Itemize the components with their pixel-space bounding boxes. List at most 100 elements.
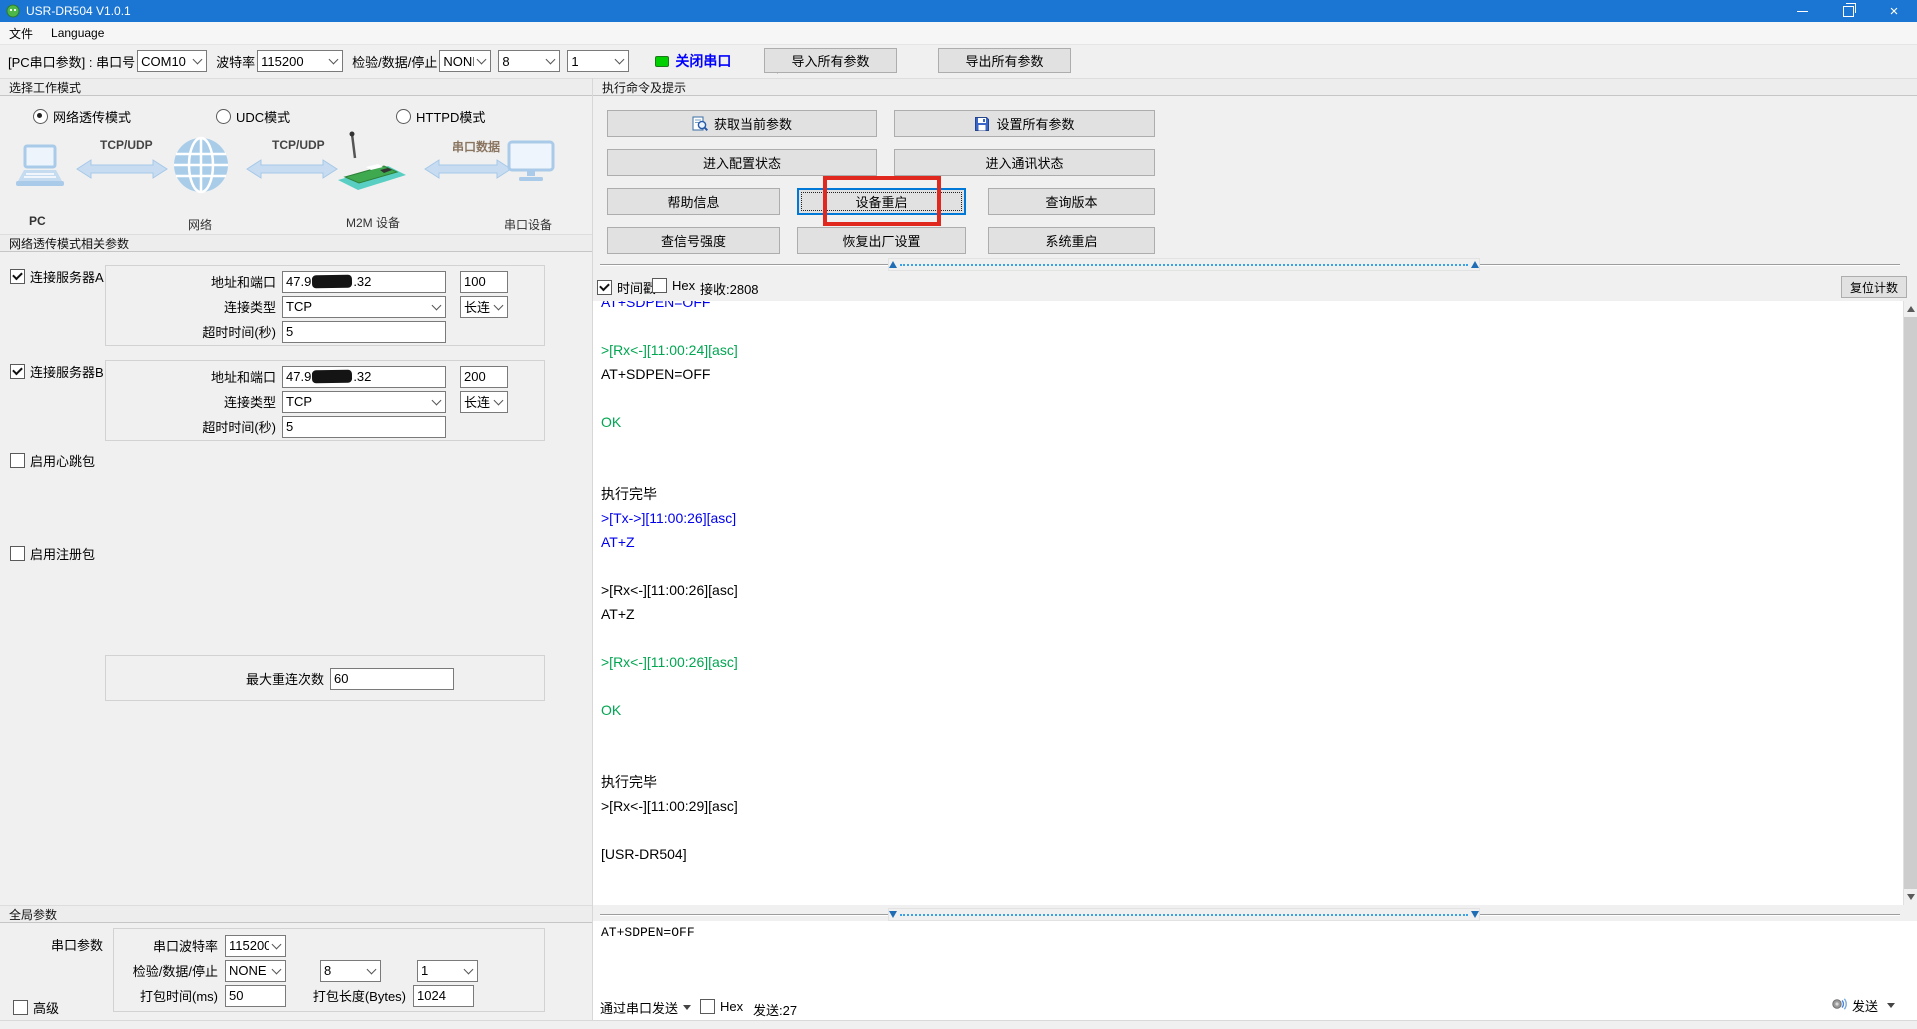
server-b-type-select[interactable]: TCP [282,391,446,413]
baud-select[interactable]: 115200 [257,50,343,72]
radio-httpd-mode[interactable]: HTTPD模式 [396,107,485,126]
send-area: AT+SDPEN=OFF 通过串口发送 Hex 发送:27 发送 [593,921,1917,1020]
get-params-button[interactable]: 获取当前参数 [607,110,877,137]
trackbar-thumb-icon [1471,911,1479,918]
scrollbar-thumb[interactable] [1904,317,1917,889]
server-b-address-input[interactable]: 47.9.32 [282,366,446,388]
server-b-port-input[interactable]: 200 [460,366,508,388]
radio-udc-mode[interactable]: UDC模式 [216,107,290,126]
scroll-up-button[interactable] [1904,301,1917,317]
baud-label: 波特率 [216,52,255,71]
reset-count-button[interactable]: 复位计数 [1841,276,1907,298]
com-port-select[interactable]: COM10 [137,50,207,72]
max-reconnect-input[interactable]: 60 [330,668,454,690]
log-line: >[Rx<-][11:00:24][asc] [593,338,1903,362]
global-parity-select[interactable]: NONE [225,960,286,982]
stopbits-select[interactable]: 1 [567,50,629,72]
server-b-timeout-input[interactable]: 5 [282,416,446,438]
close-port-button[interactable]: 关闭串口 [655,51,731,71]
server-a-checkbox[interactable]: 连接服务器A [10,267,104,286]
server-a-address-input[interactable]: 47.9.32 [282,271,446,293]
bottom-strip [0,1020,593,1029]
bottom-trackbar[interactable] [888,908,1480,921]
import-params-button[interactable]: 导入所有参数 [764,48,897,73]
scroll-down-button[interactable] [1904,889,1917,905]
max-reconnect-label: 最大重连次数 [106,669,330,688]
server-a-type-select[interactable]: TCP [282,296,446,318]
trackbar-dots [900,914,1468,916]
checkbox-icon [652,278,667,293]
menu-language[interactable]: Language [42,22,113,44]
server-b-checkbox[interactable]: 连接服务器B [10,362,104,381]
chevron-down-icon [494,395,504,405]
query-signal-button[interactable]: 查信号强度 [607,227,780,254]
port-status-icon [655,56,669,67]
system-restart-button[interactable]: 系统重启 [988,227,1155,254]
log-line: >[Rx<-][11:00:26][asc] [593,650,1903,674]
export-params-button[interactable]: 导出所有参数 [938,48,1071,73]
send-button[interactable]: 发送 [1831,996,1895,1015]
arrow-icon [246,158,338,183]
globe-icon [172,136,230,197]
log-line [593,818,1903,842]
pack-time-input[interactable]: 50 [225,985,286,1007]
advanced-checkbox[interactable]: 高级 [13,998,59,1017]
send-text-input[interactable]: AT+SDPEN=OFF [593,921,1917,993]
pc-serial-label: [PC串口参数] : 串口号 [8,52,135,71]
m2m-device-icon [336,130,408,197]
global-baud-select[interactable]: 115200 [225,935,286,957]
server-a-group: 地址和端口 47.9.32 100 连接类型 TCP 长连 超时时间(秒) [105,265,545,346]
parity-select[interactable]: NONI [439,50,491,72]
server-b-group: 地址和端口 47.9.32 200 连接类型 TCP 长连 超时时间(秒) [105,360,545,441]
chevron-down-icon [272,964,282,974]
query-version-button[interactable]: 查询版本 [988,188,1155,215]
close-icon: × [1890,4,1899,19]
global-databits-select[interactable]: 8 [320,960,381,982]
log-line [593,674,1903,698]
speaker-icon [1831,996,1848,1015]
enter-config-button[interactable]: 进入配置状态 [607,149,877,176]
global-parity-label: 检验/数据/停止 [114,961,225,980]
link3-label: 串口数据 [452,138,500,155]
menu-file[interactable]: 文件 [0,22,42,44]
log-hex-checkbox[interactable]: Hex [652,278,695,293]
send-via-serial-button[interactable]: 通过串口发送 [600,998,691,1017]
type-label: 连接类型 [106,297,282,316]
send-hex-checkbox[interactable]: Hex [700,999,743,1014]
server-a-port-input[interactable]: 100 [460,271,508,293]
serial-params-group: 串口波特率 115200 检验/数据/停止 NONE 8 1 打包时间(ms) [113,928,545,1012]
link1-label: TCP/UDP [100,138,153,152]
close-button[interactable]: × [1871,0,1917,22]
log-content: AT+SDPEN=OFF >[Rx<-][11:00:24][asc]AT+SD… [593,301,1903,905]
server-a-timeout-input[interactable]: 5 [282,321,446,343]
chevron-down-icon [615,55,625,65]
factory-reset-button[interactable]: 恢复出厂设置 [797,227,966,254]
global-baud-label: 串口波特率 [114,936,225,955]
minimize-button[interactable] [1779,0,1825,22]
top-trackbar[interactable] [888,258,1480,271]
restore-button[interactable] [1825,0,1871,22]
heartbeat-checkbox[interactable]: 启用心跳包 [10,451,95,470]
log-scrollbar[interactable] [1903,301,1917,905]
enter-comm-button[interactable]: 进入通讯状态 [894,149,1155,176]
arrow-icon [424,158,512,183]
trackbar-dots [900,264,1468,266]
monitor-icon [506,140,556,187]
chevron-down-icon [477,55,487,65]
databits-select[interactable]: 8 [498,50,560,72]
timestamp-checkbox[interactable]: 时间戳 [597,278,656,297]
pack-len-input[interactable]: 1024 [413,985,474,1007]
redaction-blob [312,370,352,384]
server-b-keep-select[interactable]: 长连 [460,391,508,413]
log-line [593,722,1903,746]
pack-len-label: 打包长度(Bytes) [286,986,413,1005]
set-params-button[interactable]: 设置所有参数 [894,110,1155,137]
sent-count-label: 发送:27 [753,1000,797,1019]
server-a-keep-select[interactable]: 长连 [460,296,508,318]
log-line: >[Tx->][11:00:26][asc] [593,506,1903,530]
node-pc-label: PC [29,214,46,228]
radio-transparent-mode[interactable]: 网络透传模式 [33,107,131,126]
global-stopbits-select[interactable]: 1 [417,960,478,982]
help-info-button[interactable]: 帮助信息 [607,188,780,215]
register-checkbox[interactable]: 启用注册包 [10,544,95,563]
